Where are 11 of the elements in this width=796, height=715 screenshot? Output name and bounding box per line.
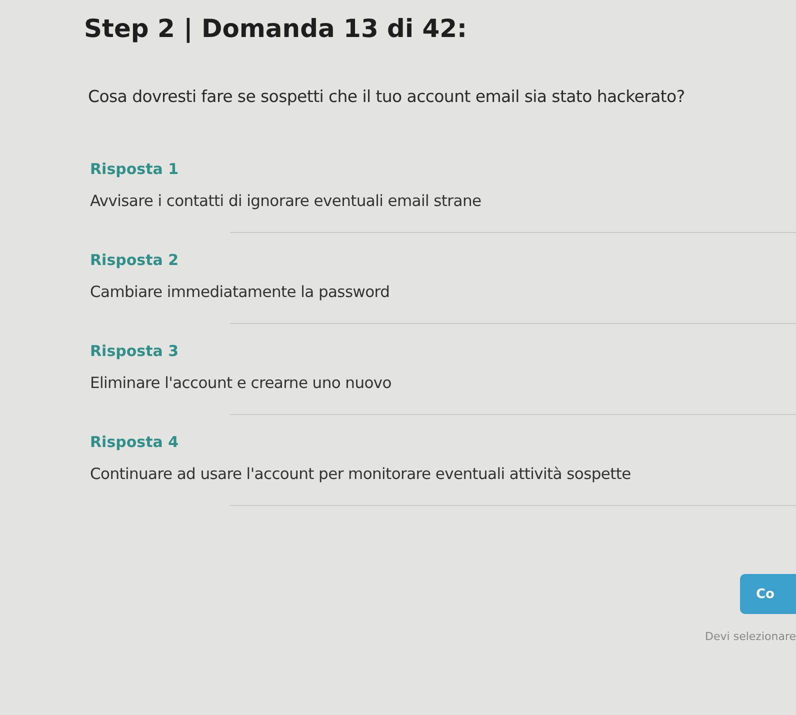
question-heading: Step 2 | Domanda 13 di 42:: [84, 14, 468, 43]
answer-label: Risposta 4: [90, 433, 180, 451]
answer-option[interactable]: Continuare ad usare l'account per monitorare eventuali attività sospette: [90, 465, 796, 483]
answer-label: Risposta 2: [90, 251, 180, 269]
answer-label: Risposta 1: [90, 160, 180, 178]
hint-text: Devi selezionare: [705, 630, 796, 643]
answer-option[interactable]: Cambiare immediatamente la password: [90, 283, 796, 301]
question-text: Cosa dovresti fare se sospetti che il tuo account email sia stato hackerato?: [88, 87, 686, 106]
answer-option[interactable]: Eliminare l'account e crearne uno nuovo: [90, 374, 796, 392]
answer-label: Risposta 3: [90, 342, 180, 360]
answer-option[interactable]: Avvisare i contatti di ignorare eventuali email strane: [90, 192, 796, 210]
